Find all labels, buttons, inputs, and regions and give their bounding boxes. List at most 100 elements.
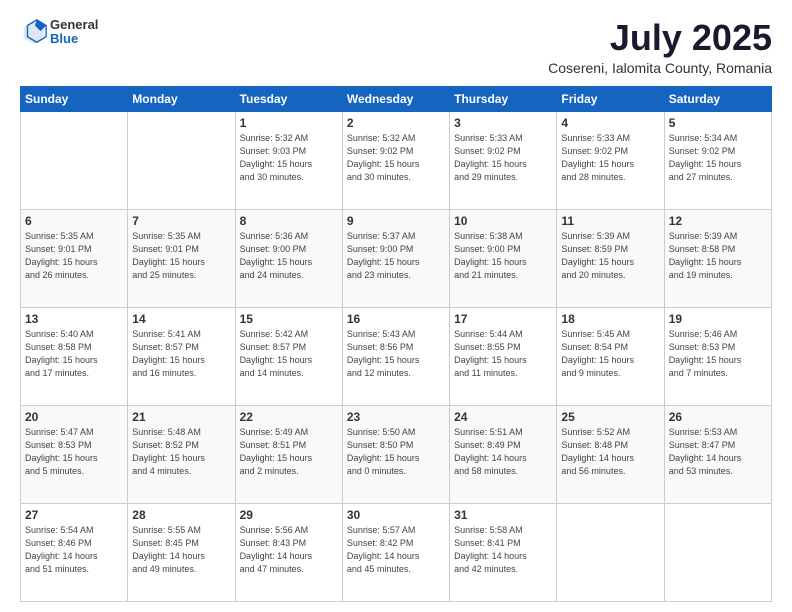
day-info: Sunrise: 5:53 AM Sunset: 8:47 PM Dayligh… — [669, 426, 767, 478]
calendar-cell: 16 Sunrise: 5:43 AM Sunset: 8:56 PM Dayli… — [342, 307, 449, 405]
day-number: 21 — [132, 410, 230, 424]
page: General Blue July 2025 Cosereni, Ialomit… — [0, 0, 792, 612]
calendar-week-1: 6 Sunrise: 5:35 AM Sunset: 9:01 PM Daylig… — [21, 209, 772, 307]
day-number: 25 — [561, 410, 659, 424]
day-number: 29 — [240, 508, 338, 522]
day-info: Sunrise: 5:39 AM Sunset: 8:59 PM Dayligh… — [561, 230, 659, 282]
day-info: Sunrise: 5:35 AM Sunset: 9:01 PM Dayligh… — [25, 230, 123, 282]
calendar-cell: 15 Sunrise: 5:42 AM Sunset: 8:57 PM Dayli… — [235, 307, 342, 405]
header-tuesday: Tuesday — [235, 86, 342, 111]
calendar-cell: 31 Sunrise: 5:58 AM Sunset: 8:41 PM Dayli… — [450, 503, 557, 601]
day-info: Sunrise: 5:33 AM Sunset: 9:02 PM Dayligh… — [454, 132, 552, 184]
day-number: 7 — [132, 214, 230, 228]
calendar-cell: 10 Sunrise: 5:38 AM Sunset: 9:00 PM Dayli… — [450, 209, 557, 307]
day-info: Sunrise: 5:33 AM Sunset: 9:02 PM Dayligh… — [561, 132, 659, 184]
calendar-cell: 23 Sunrise: 5:50 AM Sunset: 8:50 PM Dayli… — [342, 405, 449, 503]
day-number: 30 — [347, 508, 445, 522]
logo-general-text: General — [50, 18, 98, 32]
calendar-cell: 7Sunrise: 5:35 AM Sunset: 9:01 PM Daylig… — [128, 209, 235, 307]
header-wednesday: Wednesday — [342, 86, 449, 111]
calendar-cell — [21, 111, 128, 209]
day-number: 14 — [132, 312, 230, 326]
calendar-week-2: 13 Sunrise: 5:40 AM Sunset: 8:58 PM Dayli… — [21, 307, 772, 405]
day-info: Sunrise: 5:40 AM Sunset: 8:58 PM Dayligh… — [25, 328, 123, 380]
day-number: 18 — [561, 312, 659, 326]
calendar-cell — [557, 503, 664, 601]
day-number: 15 — [240, 312, 338, 326]
day-info: Sunrise: 5:56 AM Sunset: 8:43 PM Dayligh… — [240, 524, 338, 576]
day-number: 23 — [347, 410, 445, 424]
calendar-cell: 24 Sunrise: 5:51 AM Sunset: 8:49 PM Dayli… — [450, 405, 557, 503]
calendar-cell: 21 Sunrise: 5:48 AM Sunset: 8:52 PM Dayli… — [128, 405, 235, 503]
day-info: Sunrise: 5:38 AM Sunset: 9:00 PM Dayligh… — [454, 230, 552, 282]
day-number: 24 — [454, 410, 552, 424]
day-info: Sunrise: 5:54 AM Sunset: 8:46 PM Dayligh… — [25, 524, 123, 576]
day-info: Sunrise: 5:44 AM Sunset: 8:55 PM Dayligh… — [454, 328, 552, 380]
day-number: 10 — [454, 214, 552, 228]
calendar-cell — [128, 111, 235, 209]
calendar-cell: 25 Sunrise: 5:52 AM Sunset: 8:48 PM Dayli… — [557, 405, 664, 503]
day-info: Sunrise: 5:47 AM Sunset: 8:53 PM Dayligh… — [25, 426, 123, 478]
calendar-cell: 6 Sunrise: 5:35 AM Sunset: 9:01 PM Daylig… — [21, 209, 128, 307]
day-number: 16 — [347, 312, 445, 326]
day-number: 17 — [454, 312, 552, 326]
day-number: 9 — [347, 214, 445, 228]
day-info: Sunrise: 5:50 AM Sunset: 8:50 PM Dayligh… — [347, 426, 445, 478]
day-info: Sunrise: 5:36 AM Sunset: 9:00 PM Dayligh… — [240, 230, 338, 282]
header-sunday: Sunday — [21, 86, 128, 111]
day-number: 26 — [669, 410, 767, 424]
day-info: Sunrise: 5:43 AM Sunset: 8:56 PM Dayligh… — [347, 328, 445, 380]
day-info: Sunrise: 5:37 AM Sunset: 9:00 PM Dayligh… — [347, 230, 445, 282]
logo-icon — [20, 18, 48, 46]
calendar-cell: 22Sunrise: 5:49 AM Sunset: 8:51 PM Dayli… — [235, 405, 342, 503]
calendar-cell: 27 Sunrise: 5:54 AM Sunset: 8:46 PM Dayli… — [21, 503, 128, 601]
calendar-week-3: 20Sunrise: 5:47 AM Sunset: 8:53 PM Dayli… — [21, 405, 772, 503]
header-monday: Monday — [128, 86, 235, 111]
day-number: 3 — [454, 116, 552, 130]
calendar-cell: 18 Sunrise: 5:45 AM Sunset: 8:54 PM Dayli… — [557, 307, 664, 405]
calendar-cell: 29 Sunrise: 5:56 AM Sunset: 8:43 PM Dayli… — [235, 503, 342, 601]
calendar-cell: 1 Sunrise: 5:32 AM Sunset: 9:03 PM Daylig… — [235, 111, 342, 209]
day-number: 12 — [669, 214, 767, 228]
day-info: Sunrise: 5:48 AM Sunset: 8:52 PM Dayligh… — [132, 426, 230, 478]
calendar-cell: 8Sunrise: 5:36 AM Sunset: 9:00 PM Daylig… — [235, 209, 342, 307]
calendar-cell: 14 Sunrise: 5:41 AM Sunset: 8:57 PM Dayli… — [128, 307, 235, 405]
calendar-cell: 13 Sunrise: 5:40 AM Sunset: 8:58 PM Dayli… — [21, 307, 128, 405]
calendar-cell: 11 Sunrise: 5:39 AM Sunset: 8:59 PM Dayli… — [557, 209, 664, 307]
calendar-week-4: 27 Sunrise: 5:54 AM Sunset: 8:46 PM Dayli… — [21, 503, 772, 601]
logo-text: General Blue — [50, 18, 98, 47]
calendar-week-0: 1 Sunrise: 5:32 AM Sunset: 9:03 PM Daylig… — [21, 111, 772, 209]
day-info: Sunrise: 5:55 AM Sunset: 8:45 PM Dayligh… — [132, 524, 230, 576]
calendar-cell: 12Sunrise: 5:39 AM Sunset: 8:58 PM Dayli… — [664, 209, 771, 307]
day-number: 28 — [132, 508, 230, 522]
calendar-cell: 20Sunrise: 5:47 AM Sunset: 8:53 PM Dayli… — [21, 405, 128, 503]
calendar-table: Sunday Monday Tuesday Wednesday Thursday… — [20, 86, 772, 602]
logo-blue-text: Blue — [50, 32, 98, 46]
day-number: 6 — [25, 214, 123, 228]
header: General Blue July 2025 Cosereni, Ialomit… — [20, 18, 772, 76]
day-info: Sunrise: 5:45 AM Sunset: 8:54 PM Dayligh… — [561, 328, 659, 380]
calendar-cell: 19Sunrise: 5:46 AM Sunset: 8:53 PM Dayli… — [664, 307, 771, 405]
calendar-cell: 4 Sunrise: 5:33 AM Sunset: 9:02 PM Daylig… — [557, 111, 664, 209]
day-number: 4 — [561, 116, 659, 130]
day-info: Sunrise: 5:58 AM Sunset: 8:41 PM Dayligh… — [454, 524, 552, 576]
header-thursday: Thursday — [450, 86, 557, 111]
calendar-cell: 2Sunrise: 5:32 AM Sunset: 9:02 PM Daylig… — [342, 111, 449, 209]
day-info: Sunrise: 5:51 AM Sunset: 8:49 PM Dayligh… — [454, 426, 552, 478]
day-number: 1 — [240, 116, 338, 130]
day-info: Sunrise: 5:41 AM Sunset: 8:57 PM Dayligh… — [132, 328, 230, 380]
calendar-cell: 28 Sunrise: 5:55 AM Sunset: 8:45 PM Dayli… — [128, 503, 235, 601]
day-number: 13 — [25, 312, 123, 326]
day-number: 27 — [25, 508, 123, 522]
day-info: Sunrise: 5:42 AM Sunset: 8:57 PM Dayligh… — [240, 328, 338, 380]
day-number: 31 — [454, 508, 552, 522]
calendar-cell — [664, 503, 771, 601]
day-info: Sunrise: 5:46 AM Sunset: 8:53 PM Dayligh… — [669, 328, 767, 380]
location-title: Cosereni, Ialomita County, Romania — [548, 60, 772, 76]
day-info: Sunrise: 5:52 AM Sunset: 8:48 PM Dayligh… — [561, 426, 659, 478]
calendar-cell: 9 Sunrise: 5:37 AM Sunset: 9:00 PM Daylig… — [342, 209, 449, 307]
day-info: Sunrise: 5:34 AM Sunset: 9:02 PM Dayligh… — [669, 132, 767, 184]
day-info: Sunrise: 5:32 AM Sunset: 9:03 PM Dayligh… — [240, 132, 338, 184]
day-info: Sunrise: 5:32 AM Sunset: 9:02 PM Dayligh… — [347, 132, 445, 184]
day-number: 11 — [561, 214, 659, 228]
